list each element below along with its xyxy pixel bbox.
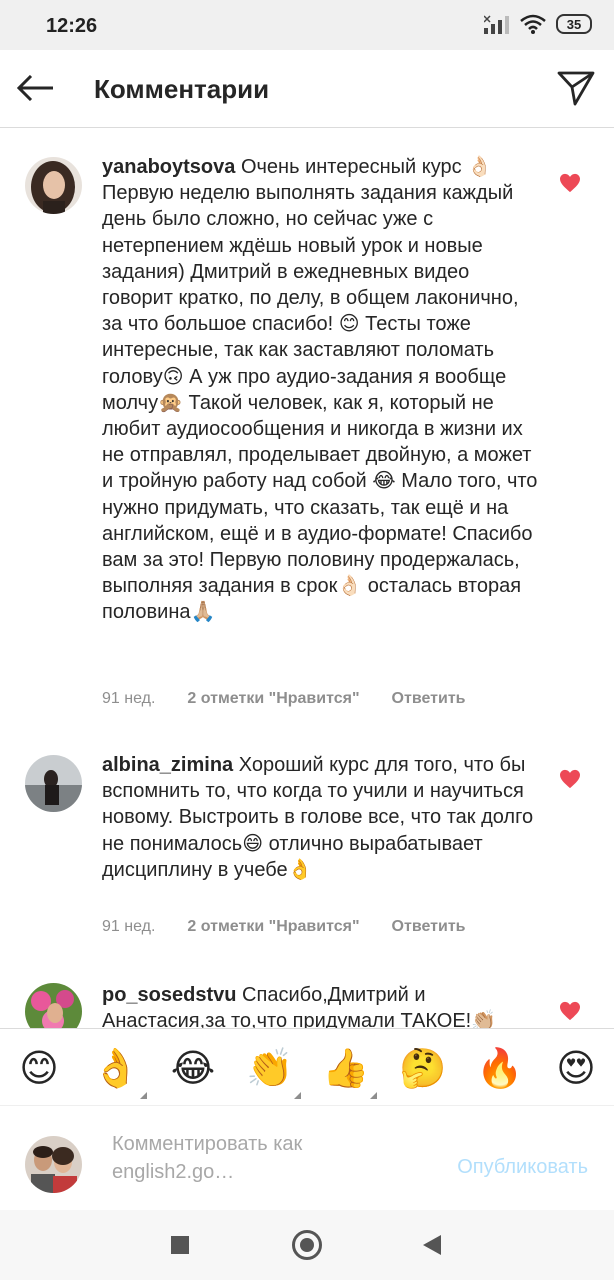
heart-icon[interactable] xyxy=(559,769,581,789)
ok-hand-glyph: 👌 xyxy=(92,1046,140,1090)
thumbs-up-glyph: 👍 xyxy=(322,1046,370,1090)
heart-icon[interactable] xyxy=(559,1001,581,1021)
thumbs-up-icon[interactable]: 👍 xyxy=(321,1043,377,1099)
reply-button[interactable]: Ответить xyxy=(392,690,466,708)
tears-of-joy-icon[interactable]: 😂 xyxy=(168,1043,218,1093)
clapping-hands-glyph: 👏 xyxy=(246,1046,294,1090)
comment-item: albina_zimina Хороший курс для того, что… xyxy=(0,728,614,958)
recents-button[interactable] xyxy=(171,1236,189,1254)
direct-send-icon xyxy=(557,71,595,106)
avatar[interactable] xyxy=(25,157,82,214)
variant-indicator xyxy=(140,1092,147,1099)
fire-icon[interactable]: 🔥 xyxy=(475,1043,525,1093)
emoji-quick-bar: 😊 👌 😂 👏 👍 🤔 🔥 😍 xyxy=(0,1028,614,1106)
battery-icon: 35 xyxy=(556,14,592,34)
comment-username[interactable]: po_sosedstvu xyxy=(102,984,236,1006)
clapping-hands-icon[interactable]: 👏 xyxy=(245,1043,301,1099)
heart-icon[interactable] xyxy=(559,173,581,193)
avatar[interactable] xyxy=(25,983,82,1028)
comment-content: Очень интересный курс 👌🏻 Первую неделю в… xyxy=(102,156,538,624)
comment-item: po_sosedstvu Спасибо,Дмитрий и Анастасия… xyxy=(0,958,614,1028)
variant-indicator xyxy=(294,1092,301,1099)
status-icons: 35 xyxy=(484,14,592,34)
thinking-face-icon[interactable]: 🤔 xyxy=(398,1043,448,1093)
comment-text: albina_zimina Хороший курс для того, что… xyxy=(102,752,542,883)
heart-eyes-icon[interactable]: 😍 xyxy=(551,1043,601,1093)
status-bar: 12:26 35 xyxy=(0,0,614,50)
comment-meta: 91 нед. 2 отметки "Нравится" Ответить xyxy=(102,918,465,936)
avatar[interactable] xyxy=(25,755,82,812)
publish-button[interactable]: Опубликовать xyxy=(457,1156,588,1179)
comment-text: yanaboytsova Очень интересный курс 👌🏻 Пе… xyxy=(102,154,542,626)
ok-hand-icon[interactable]: 👌 xyxy=(91,1043,147,1099)
comment-likes-button[interactable]: 2 отметки "Нравится" xyxy=(187,918,359,936)
smiling-face-icon[interactable]: 😊 xyxy=(14,1043,64,1093)
comments-list[interactable]: yanaboytsova Очень интересный курс 👌🏻 Пе… xyxy=(0,128,614,1028)
comment-likes-button[interactable]: 2 отметки "Нравится" xyxy=(187,690,359,708)
comment-meta: 91 нед. 2 отметки "Нравится" Ответить xyxy=(102,690,465,708)
wifi-icon xyxy=(520,14,546,34)
avatar xyxy=(25,1136,82,1193)
home-button[interactable] xyxy=(292,1230,322,1260)
signal-icon xyxy=(484,15,509,34)
comment-time: 91 нед. xyxy=(102,690,156,707)
comment-text: po_sosedstvu Спасибо,Дмитрий и Анастасия… xyxy=(102,982,542,1028)
comment-username[interactable]: albina_zimina xyxy=(102,754,233,776)
reply-button[interactable]: Ответить xyxy=(392,918,466,936)
comment-input[interactable]: Комментировать как english2.go… xyxy=(112,1130,412,1186)
share-button[interactable] xyxy=(554,66,598,110)
status-time: 12:26 xyxy=(46,15,98,37)
system-nav-bar xyxy=(0,1210,614,1280)
system-back-button[interactable] xyxy=(423,1235,441,1255)
page-title: Комментарии xyxy=(94,74,270,104)
arrow-left-icon xyxy=(17,75,53,101)
comment-time: 91 нед. xyxy=(102,918,156,935)
variant-indicator xyxy=(370,1092,377,1099)
comment-item: yanaboytsova Очень интересный курс 👌🏻 Пе… xyxy=(0,128,614,728)
back-button[interactable] xyxy=(14,68,58,108)
comment-username[interactable]: yanaboytsova xyxy=(102,156,235,178)
app-header: Комментарии xyxy=(0,50,614,128)
comment-composer: Комментировать как english2.go… Опублико… xyxy=(0,1106,614,1210)
